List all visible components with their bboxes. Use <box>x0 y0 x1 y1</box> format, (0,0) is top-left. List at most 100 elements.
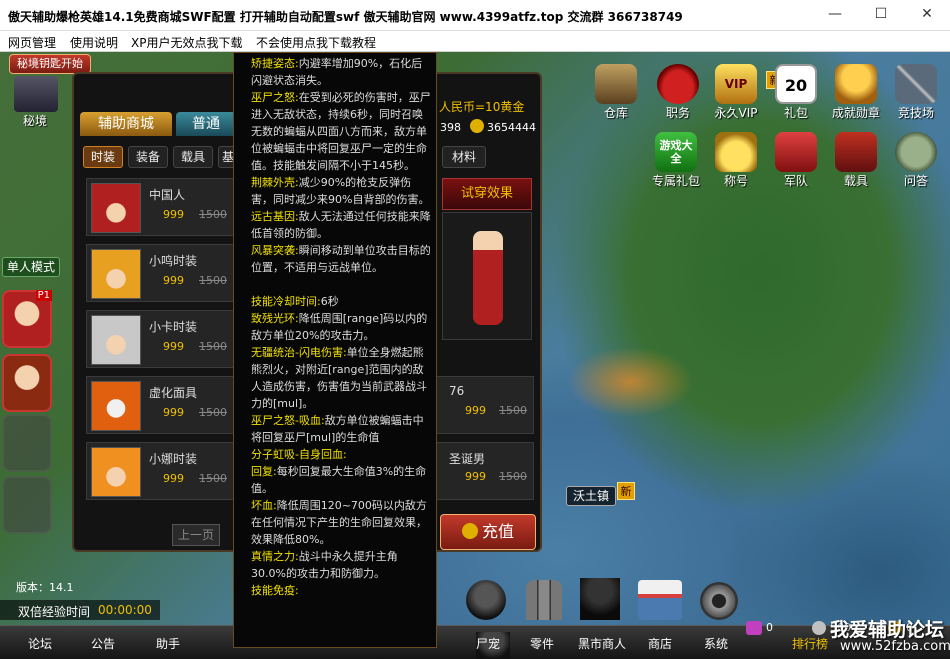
tooltip-skill-name: 巫尸之怒: <box>251 91 299 104</box>
achievement-button[interactable]: 成就勋章 <box>828 64 884 121</box>
tooltip-line: 致残光环:降低周围[range]码以内的敌方单位20%的攻击力。 <box>251 310 432 344</box>
menu-item-tutorial-download[interactable]: 不会使用点我下载教程 <box>256 34 376 51</box>
tooltip-skill-name: 远古基因: <box>251 210 299 223</box>
watermark-text: 我爱辅助论坛 <box>830 619 945 641</box>
gift-pack-button[interactable]: 20 礼包 <box>768 64 824 121</box>
locked-avatar-4[interactable] <box>2 476 52 534</box>
shop-item-right[interactable]: 圣诞男 999 1500 <box>434 442 534 500</box>
shop-item[interactable]: 中国人 999 1500 <box>86 178 246 236</box>
map-location-label[interactable]: 沃土镇 <box>566 486 616 506</box>
qa-label: 问答 <box>903 174 928 188</box>
player-avatar-p1[interactable]: P1 <box>2 290 52 348</box>
single-mode-button[interactable]: 单人模式 <box>2 257 60 277</box>
secret-realm-icon[interactable] <box>14 76 58 112</box>
vip-shield-icon: VIP <box>715 64 757 104</box>
watermark-url: www.52fzba.com <box>840 639 950 654</box>
vehicle-label: 载具 <box>843 174 868 188</box>
subtab-fashion[interactable]: 时装 <box>83 146 123 168</box>
shop-item[interactable]: 小卡时装 999 1500 <box>86 310 246 368</box>
parts-button[interactable]: 零件 <box>530 635 554 652</box>
army-label: 军队 <box>783 174 808 188</box>
subtab-material[interactable]: 材料 <box>442 146 486 168</box>
beret-icon <box>657 64 699 104</box>
tooltip-skill-name: 真情之力: <box>251 550 299 563</box>
coin-icon <box>461 523 478 539</box>
position-button[interactable]: 职务 <box>650 64 706 121</box>
crossed-swords-icon <box>895 64 937 104</box>
shop-item-right[interactable]: 76 999 1500 <box>434 376 534 434</box>
exclusive-gift-label: 专属礼包 <box>651 174 700 188</box>
player-avatar-2[interactable] <box>2 354 52 412</box>
shop-item[interactable]: 虚化面具 999 1500 <box>86 376 246 434</box>
item-old-price: 1500 <box>199 406 227 419</box>
menu-item-instructions[interactable]: 使用说明 <box>70 34 118 51</box>
tooltip-line: 技能冷却时间:6秒 <box>251 293 432 310</box>
prev-page-button[interactable]: 上一页 <box>172 524 220 546</box>
shop-item[interactable]: 小鸣时装 999 1500 <box>86 244 246 302</box>
gold-coin-icon <box>470 119 484 133</box>
exclusive-gift-button[interactable]: 游戏大全 专属礼包 <box>648 132 704 189</box>
tooltip-line: 风暴突袭:瞬间移动到单位攻击目标的位置，不适用与远战单位。 <box>251 242 432 276</box>
system-button[interactable]: 系统 <box>704 635 728 652</box>
new-badge-map: 新 <box>617 482 635 500</box>
tooltip-skill-name: 致残光环: <box>251 312 299 325</box>
store-button[interactable]: 商店 <box>648 635 672 652</box>
qa-button[interactable]: 问答 <box>888 132 944 189</box>
item-price: 999 <box>163 406 184 419</box>
item-price: 999 <box>163 208 184 221</box>
arena-button[interactable]: 竞技场 <box>888 64 944 121</box>
gold-partial: 398 <box>440 121 461 134</box>
item-old-price: 1500 <box>199 472 227 485</box>
permanent-vip-button[interactable]: VIP 永久VIP <box>708 64 764 121</box>
tooltip-line <box>251 276 432 293</box>
army-button[interactable]: 军队 <box>768 132 824 189</box>
character-preview <box>473 231 503 325</box>
gear-icon <box>700 582 738 620</box>
ranking-button[interactable]: 排行榜 <box>792 635 828 652</box>
tooltip-line: 巫尸之怒-吸血:敌方单位被蝙蝠击中将回复巫尸[mul]的生命值 <box>251 412 432 446</box>
tooltip-skill-name: 巫尸之怒-吸血: <box>251 414 325 427</box>
secret-key-button[interactable]: 秘境钥匙开始 <box>9 54 91 74</box>
item-price: 999 <box>465 470 486 483</box>
tab-normal[interactable]: 普通 <box>176 112 236 136</box>
permanent-vip-label: 永久VIP <box>714 106 758 120</box>
window-titlebar: 傲天辅助爆枪英雄14.1免费商城SWF配置 打开辅助自动配置swf 傲天辅助官网… <box>0 0 950 31</box>
notice-button[interactable]: 公告 <box>91 635 115 652</box>
shop-item[interactable]: 小娜时装 999 1500 <box>86 442 246 500</box>
item-thumb <box>91 183 141 233</box>
helper-button[interactable]: 助手 <box>156 635 180 652</box>
tooltip-line: 真情之力:战斗中永久提升主角30.0%的攻击力和防御力。 <box>251 548 432 582</box>
close-button[interactable]: ✕ <box>904 0 950 30</box>
forum-button[interactable]: 论坛 <box>28 635 52 652</box>
minimize-button[interactable]: — <box>812 0 858 30</box>
menu-item-page-manage[interactable]: 网页管理 <box>8 34 56 51</box>
item-name: 圣诞男 <box>449 452 486 466</box>
item-old-price: 1500 <box>199 274 227 287</box>
title-label: 称号 <box>723 174 748 188</box>
item-price: 999 <box>465 404 486 417</box>
tooltip-skill-desc: 每秒回复最大生命值3%的生命值。 <box>251 465 427 495</box>
warehouse-label: 仓库 <box>603 106 628 120</box>
recharge-button[interactable]: 充值 <box>440 514 536 550</box>
warehouse-button[interactable]: 仓库 <box>588 64 644 121</box>
subtab-vehicle[interactable]: 载具 <box>173 146 213 168</box>
tooltip-skill-name: 分子虹吸-自身回血: <box>251 448 347 461</box>
menu-item-xp-download[interactable]: XP用户无效点我下载 <box>131 34 242 51</box>
corpse-pet-button[interactable]: 尸宠 <box>476 635 500 652</box>
maximize-button[interactable]: ☐ <box>858 0 904 30</box>
bottom-bar: 论坛 公告 助手 尸宠 零件 黑市商人 商店 系统 排行榜 0 500 0 <box>0 621 950 659</box>
position-label: 职务 <box>665 106 690 120</box>
locked-avatar-3[interactable] <box>2 414 52 472</box>
tab-helper-shop[interactable]: 辅助商城 <box>80 112 172 136</box>
item-thumb <box>91 381 141 431</box>
skull-icon <box>466 580 506 620</box>
item-name: 小娜时装 <box>149 452 198 466</box>
skill-tooltip: 矫捷姿态:内避率增加90%，石化后闪避状态消失。 巫尸之怒:在受到必死的伤害时，巫… <box>233 52 437 648</box>
black-market-button[interactable]: 黑市商人 <box>578 635 626 652</box>
gift-pack-label: 礼包 <box>783 106 808 120</box>
hooded-merchant-icon <box>580 578 620 620</box>
subtab-equipment[interactable]: 装备 <box>128 146 168 168</box>
title-button[interactable]: 称号 <box>708 132 764 189</box>
item-price: 999 <box>163 472 184 485</box>
vehicle-button[interactable]: 载具 <box>828 132 884 189</box>
